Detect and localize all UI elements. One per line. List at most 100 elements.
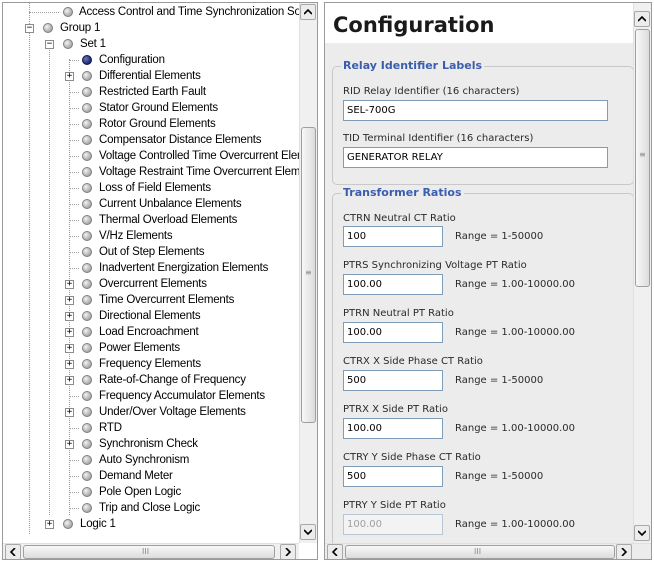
tree-item-access-control[interactable]: Access Control and Time Synchronization …: [3, 4, 301, 20]
rid-input[interactable]: SEL-700G: [343, 100, 608, 121]
tree-item-directional[interactable]: + Directional Elements: [3, 308, 301, 324]
expand-icon[interactable]: +: [65, 440, 74, 449]
scroll-left-button[interactable]: [327, 544, 343, 559]
config-vertical-scrollbar[interactable]: ≡: [633, 3, 651, 543]
expand-icon[interactable]: +: [65, 344, 74, 353]
tree-node-icon: [82, 391, 92, 401]
expand-icon[interactable]: +: [65, 408, 74, 417]
ctrx-input[interactable]: 500: [343, 370, 443, 391]
collapse-icon[interactable]: −: [45, 40, 54, 49]
tree-item-demand-meter[interactable]: Demand Meter: [3, 468, 301, 484]
tree-node-icon: [82, 311, 92, 321]
tree-node-icon: [82, 359, 92, 369]
ptry-input[interactable]: 100.00: [343, 514, 443, 535]
tree-node-icon: [82, 407, 92, 417]
settings-tree: Access Control and Time Synchronization …: [3, 3, 301, 543]
ctrn-input[interactable]: 100: [343, 226, 443, 247]
tree-item-thermal-overload[interactable]: Thermal Overload Elements: [3, 212, 301, 228]
tree-node-icon: [82, 71, 92, 81]
scroll-up-button[interactable]: [634, 11, 650, 27]
ctrn-label: CTRN Neutral CT Ratio: [343, 213, 456, 224]
tree-node-icon: [43, 23, 53, 33]
arrow-down-icon: [304, 529, 312, 536]
tree-item-inadvertent-energization[interactable]: Inadvertent Energization Elements: [3, 260, 301, 276]
config-horizontal-scrollbar[interactable]: III: [325, 543, 651, 559]
section-title: Transformer Ratios: [341, 186, 464, 199]
tree-item-synchronism-check[interactable]: + Synchronism Check: [3, 436, 301, 452]
expand-icon[interactable]: +: [65, 72, 74, 81]
ptrs-input[interactable]: 100.00: [343, 274, 443, 295]
tree-item-configuration[interactable]: Configuration: [3, 52, 301, 68]
ptrx-label: PTRX X Side PT Ratio: [343, 404, 448, 415]
tree-item-pole-open-logic[interactable]: Pole Open Logic: [3, 484, 301, 500]
expand-icon[interactable]: +: [65, 328, 74, 337]
tree-item-set-1[interactable]: − Set 1: [3, 36, 301, 52]
tree-horizontal-scrollbar[interactable]: III: [3, 543, 299, 559]
transformer-ratios-section: Transformer Ratios CTRN Neutral CT Ratio…: [332, 186, 634, 543]
tree-item-frequency-accumulator[interactable]: Frequency Accumulator Elements: [3, 388, 301, 404]
tree-item-logic-1[interactable]: + Logic 1: [3, 516, 301, 532]
configuration-panel: Configuration Relay Identifier Labels RI…: [324, 2, 652, 560]
tree-item-rtd[interactable]: RTD: [3, 420, 301, 436]
tid-label: TID Terminal Identifier (16 characters): [343, 133, 534, 144]
arrow-left-icon: [331, 548, 338, 556]
tree-item-v-hz[interactable]: V/Hz Elements: [3, 228, 301, 244]
tree-item-rotor-ground[interactable]: Rotor Ground Elements: [3, 116, 301, 132]
tree-vertical-scrollbar[interactable]: ≡: [299, 3, 317, 543]
configuration-form: Relay Identifier Labels RID Relay Identi…: [325, 43, 635, 543]
ctry-input[interactable]: 500: [343, 466, 443, 487]
scroll-down-button[interactable]: [634, 525, 650, 541]
tree-item-rate-of-change-frequency[interactable]: + Rate-of-Change of Frequency: [3, 372, 301, 388]
expand-icon[interactable]: +: [65, 296, 74, 305]
ptrn-input[interactable]: 100.00: [343, 322, 443, 343]
tree-item-group-1[interactable]: − Group 1: [3, 20, 301, 36]
tree-item-frequency[interactable]: + Frequency Elements: [3, 356, 301, 372]
ptrx-input[interactable]: 100.00: [343, 418, 443, 439]
tree-node-icon: [82, 215, 92, 225]
ptrn-label: PTRN Neutral PT Ratio: [343, 308, 454, 319]
tree-item-loss-of-field[interactable]: Loss of Field Elements: [3, 180, 301, 196]
scroll-thumb[interactable]: III: [23, 545, 275, 559]
expand-icon[interactable]: +: [65, 360, 74, 369]
ctry-label: CTRY Y Side Phase CT Ratio: [343, 452, 481, 463]
tree-item-time-overcurrent[interactable]: + Time Overcurrent Elements: [3, 292, 301, 308]
expand-icon[interactable]: +: [65, 312, 74, 321]
ptry-label: PTRY Y Side PT Ratio: [343, 500, 446, 511]
scroll-thumb[interactable]: III: [345, 545, 615, 559]
expand-icon[interactable]: +: [45, 520, 54, 529]
tree-item-under-over-voltage[interactable]: + Under/Over Voltage Elements: [3, 404, 301, 420]
scroll-up-button[interactable]: [300, 4, 316, 20]
tree-item-current-unbalance[interactable]: Current Unbalance Elements: [3, 196, 301, 212]
expand-icon[interactable]: +: [65, 280, 74, 289]
expand-icon[interactable]: +: [65, 376, 74, 385]
tree-item-restricted-earth-fault[interactable]: Restricted Earth Fault: [3, 84, 301, 100]
tree-item-voltage-restraint-toc[interactable]: Voltage Restraint Time Overcurrent Eleme: [3, 164, 301, 180]
tree-item-differential-elements[interactable]: + Differential Elements: [3, 68, 301, 84]
scroll-thumb[interactable]: ≡: [301, 127, 316, 423]
section-title: Relay Identifier Labels: [341, 59, 485, 72]
scroll-right-button[interactable]: [616, 544, 632, 559]
scroll-right-button[interactable]: [280, 544, 296, 559]
scroll-down-button[interactable]: [300, 524, 316, 540]
tree-item-compensator-distance[interactable]: Compensator Distance Elements: [3, 132, 301, 148]
scroll-left-button[interactable]: [5, 544, 21, 559]
tree-item-voltage-controlled-toc[interactable]: Voltage Controlled Time Overcurrent Elem: [3, 148, 301, 164]
tree-node-icon: [82, 327, 92, 337]
arrow-right-icon: [621, 548, 628, 556]
tree-item-stator-ground[interactable]: Stator Ground Elements: [3, 100, 301, 116]
ctrx-label: CTRX X Side Phase CT Ratio: [343, 356, 483, 367]
tree-item-overcurrent[interactable]: + Overcurrent Elements: [3, 276, 301, 292]
tree-item-load-encroachment[interactable]: + Load Encroachment: [3, 324, 301, 340]
ptrs-range: Range = 1.00-10000.00: [455, 279, 576, 290]
panel-header: Configuration: [325, 3, 635, 43]
tid-input[interactable]: GENERATOR RELAY: [343, 147, 608, 168]
scroll-thumb[interactable]: ≡: [635, 29, 650, 287]
collapse-icon[interactable]: −: [25, 24, 34, 33]
tree-item-auto-synchronism[interactable]: Auto Synchronism: [3, 452, 301, 468]
tree-item-trip-close-logic[interactable]: Trip and Close Logic: [3, 500, 301, 516]
tree-node-icon: [82, 199, 92, 209]
tree-node-icon: [63, 39, 73, 49]
rid-label: RID Relay Identifier (16 characters): [343, 86, 520, 97]
tree-item-out-of-step[interactable]: Out of Step Elements: [3, 244, 301, 260]
tree-item-power[interactable]: + Power Elements: [3, 340, 301, 356]
